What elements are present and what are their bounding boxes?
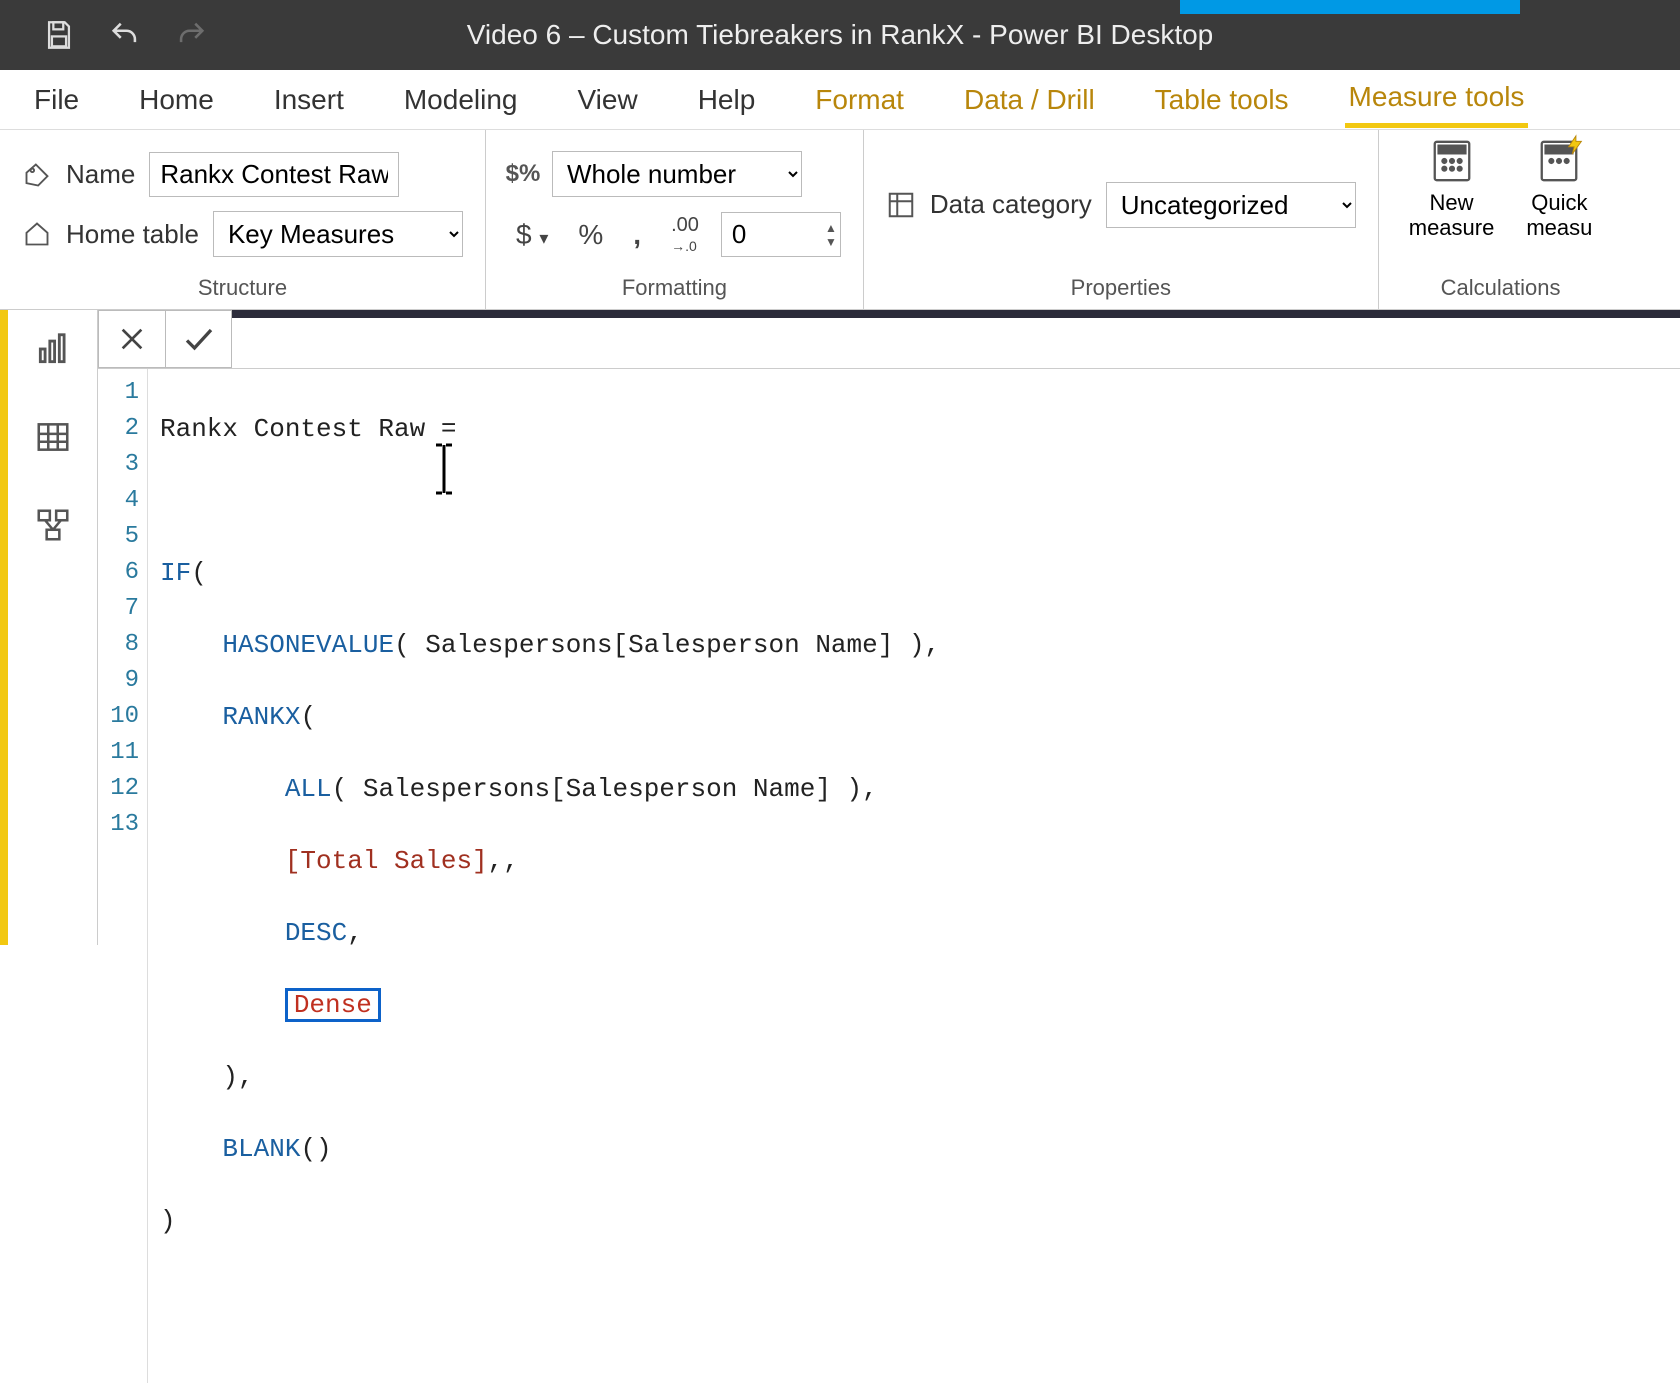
tab-data-drill[interactable]: Data / Drill: [960, 74, 1099, 126]
ribbon-group-calculations: New measure Quick measu Calculations: [1379, 130, 1623, 309]
tab-view[interactable]: View: [574, 74, 642, 126]
code-lines[interactable]: Rankx Contest Raw = IF( HASONEVALUE( Sal…: [148, 369, 1680, 1383]
new-measure-label: New measure: [1409, 190, 1495, 241]
code-line-7: [Total Sales],,: [160, 843, 1680, 879]
quick-measure-button[interactable]: Quick measu: [1518, 138, 1600, 241]
code-line-6: ALL( Salespersons[Salesperson Name] ),: [160, 771, 1680, 807]
name-label: Name: [66, 159, 135, 190]
code-line-1: Rankx Contest Raw =: [160, 411, 1680, 447]
currency-button[interactable]: $ ▾: [508, 215, 556, 255]
code-line-3: IF(: [160, 555, 1680, 591]
active-rail-indicator: [0, 310, 8, 945]
tab-modeling[interactable]: Modeling: [400, 74, 522, 126]
view-switcher: [8, 310, 98, 945]
line-gutter: 1 2 3 4 5 6 7 8 9 10 11 12 13: [98, 369, 148, 1383]
data-category-label: Data category: [930, 189, 1092, 220]
app-title: Video 6 – Custom Tiebreakers in RankX - …: [467, 19, 1214, 51]
format-icon: $%: [508, 159, 538, 189]
ribbon-tabs: File Home Insert Modeling View Help Form…: [0, 70, 1680, 130]
thousands-button[interactable]: ,: [625, 215, 649, 255]
quick-measure-label: Quick measu: [1526, 190, 1592, 241]
tab-home[interactable]: Home: [135, 74, 218, 126]
tab-table-tools[interactable]: Table tools: [1151, 74, 1293, 126]
save-icon[interactable]: [40, 16, 78, 54]
home-table-label: Home table: [66, 219, 199, 250]
decimals-input[interactable]: [721, 212, 841, 257]
formatting-group-label: Formatting: [508, 271, 841, 305]
tab-insert[interactable]: Insert: [270, 74, 348, 126]
redo-icon: [172, 16, 210, 54]
decimals-up[interactable]: ▲: [825, 221, 837, 235]
structure-group-label: Structure: [22, 271, 463, 305]
name-tag-icon: [22, 160, 52, 190]
code-line-5: RANKX(: [160, 699, 1680, 735]
ribbon-group-structure: Name Home table Key Measures Structure: [0, 130, 486, 309]
home-table-select[interactable]: Key Measures: [213, 211, 463, 257]
ribbon-group-formatting: $% Whole number $ ▾ % , .00→.0 ▲ ▼: [486, 130, 864, 309]
model-view-button[interactable]: [32, 504, 74, 546]
calculator-icon: [1429, 138, 1475, 184]
formula-bar-buttons: [98, 310, 232, 368]
tab-format[interactable]: Format: [811, 74, 908, 126]
code-line-12: ): [160, 1203, 1680, 1239]
new-measure-button[interactable]: New measure: [1401, 138, 1503, 241]
editor-top-strip: [232, 310, 1680, 318]
decimal-shift-button[interactable]: .00→.0: [663, 211, 707, 259]
code-line-4: HASONEVALUE( Salespersons[Salesperson Na…: [160, 627, 1680, 663]
workarea: 1 2 3 4 5 6 7 8 9 10 11 12 13 Rankx Cont…: [0, 310, 1680, 945]
report-view-button[interactable]: [32, 328, 74, 370]
ribbon-group-properties: Data category Uncategorized Properties: [864, 130, 1379, 309]
title-bar: Video 6 – Custom Tiebreakers in RankX - …: [0, 0, 1680, 70]
data-category-icon: [886, 190, 916, 220]
code-line-8: DESC,: [160, 915, 1680, 951]
home-table-icon: [22, 219, 52, 249]
format-select[interactable]: Whole number: [552, 151, 802, 197]
code-line-9: Dense: [160, 987, 1680, 1023]
tab-help[interactable]: Help: [694, 74, 760, 126]
data-view-button[interactable]: [32, 416, 74, 458]
measure-name-input[interactable]: [149, 152, 399, 197]
properties-group-label: Properties: [886, 271, 1356, 305]
text-cursor-icon: [430, 441, 458, 502]
code-line-11: BLANK(): [160, 1131, 1680, 1167]
commit-button[interactable]: [165, 311, 231, 367]
data-category-select[interactable]: Uncategorized: [1106, 182, 1356, 228]
code-line-10: ),: [160, 1059, 1680, 1095]
tab-measure-tools[interactable]: Measure tools: [1345, 71, 1529, 128]
calculations-group-label: Calculations: [1401, 271, 1601, 305]
tab-file[interactable]: File: [30, 74, 83, 126]
quick-measure-icon: [1536, 138, 1582, 184]
accent-bar: [1180, 0, 1520, 14]
undo-icon[interactable]: [106, 16, 144, 54]
code-area[interactable]: 1 2 3 4 5 6 7 8 9 10 11 12 13 Rankx Cont…: [98, 368, 1680, 1383]
ribbon-content: Name Home table Key Measures Structure $…: [0, 130, 1680, 310]
cancel-button[interactable]: [99, 311, 165, 367]
code-line-2: [160, 483, 1680, 519]
percent-button[interactable]: %: [570, 215, 611, 255]
decimals-down[interactable]: ▼: [825, 235, 837, 249]
dense-token: Dense: [285, 988, 381, 1022]
code-line-13: [160, 1275, 1680, 1311]
formula-editor: 1 2 3 4 5 6 7 8 9 10 11 12 13 Rankx Cont…: [98, 310, 1680, 945]
